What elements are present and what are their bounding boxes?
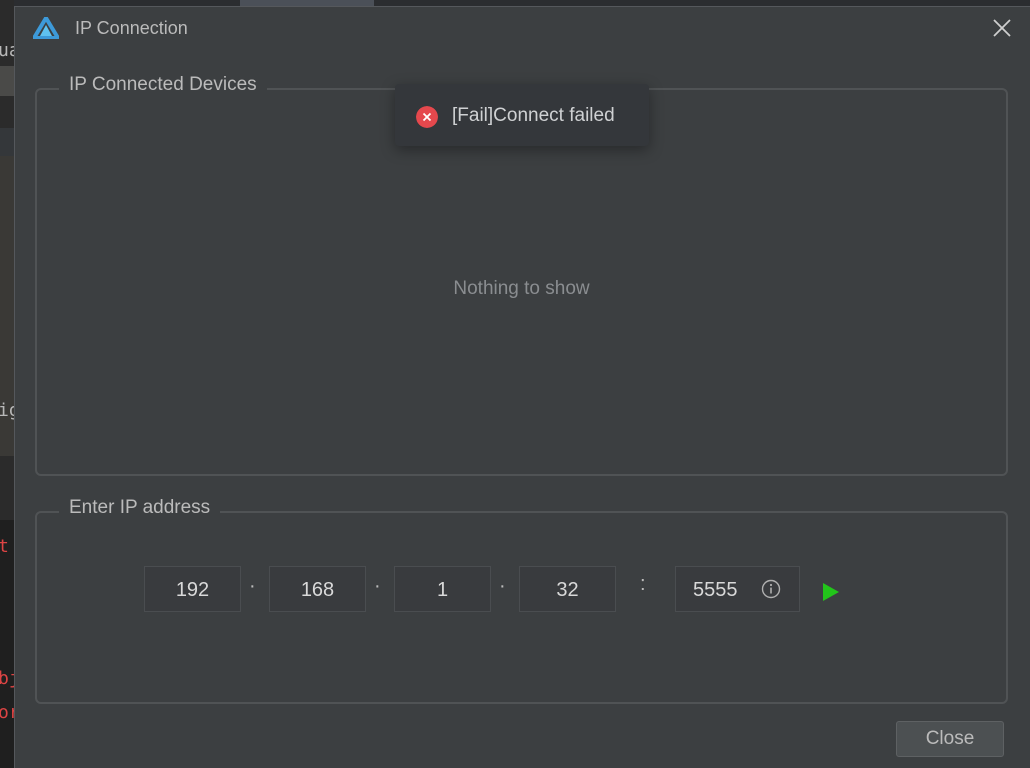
ip-octet-2-input[interactable]: 168 xyxy=(269,566,366,612)
close-icon[interactable] xyxy=(990,16,1014,40)
empty-state-text: Nothing to show xyxy=(453,278,590,299)
ip-octet-1-input[interactable]: 192 xyxy=(144,566,241,612)
background-panel xyxy=(0,66,14,96)
port-separator: : xyxy=(640,573,646,595)
info-icon[interactable] xyxy=(761,579,781,599)
title-bar: IP Connection xyxy=(15,7,1030,49)
play-icon[interactable] xyxy=(822,582,840,602)
close-button[interactable]: Close xyxy=(896,721,1004,757)
background-code-text: t xyxy=(0,536,9,557)
error-toast: [Fail]Connect failed xyxy=(395,84,649,146)
group-legend: IP Connected Devices xyxy=(59,74,267,96)
octet-separator: · xyxy=(499,575,506,597)
octet-separator: · xyxy=(374,575,381,597)
connected-devices-group: IP Connected Devices Nothing to show xyxy=(35,74,1008,476)
error-circle-icon xyxy=(416,106,438,128)
ip-octet-3-input[interactable]: 1 xyxy=(394,566,491,612)
background-editor xyxy=(0,520,14,768)
port-input[interactable]: 5555 xyxy=(675,566,800,612)
dialog-title: IP Connection xyxy=(75,18,188,38)
ip-connection-dialog: IP Connection IP Connected Devices Nothi… xyxy=(14,6,1030,768)
ip-octet-4-input[interactable]: 32 xyxy=(519,566,616,612)
group-legend: Enter IP address xyxy=(59,497,221,519)
toast-message: [Fail]Connect failed xyxy=(452,105,615,126)
background-panel xyxy=(0,128,14,156)
app-logo-icon xyxy=(33,17,59,39)
octet-separator: · xyxy=(249,575,256,597)
